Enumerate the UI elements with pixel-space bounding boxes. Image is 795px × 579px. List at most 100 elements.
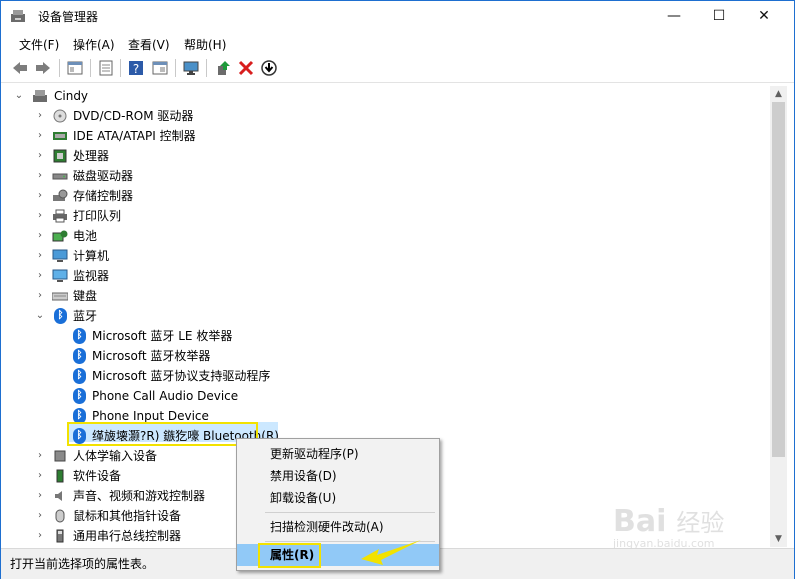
- tree-category-hid[interactable]: › 人体学输入设备: [8, 446, 248, 466]
- storage-controller-icon: [53, 189, 68, 201]
- scroll-up-arrow-icon[interactable]: ▲: [770, 86, 787, 102]
- chevron-right-icon[interactable]: ›: [34, 166, 46, 186]
- category-label: 蓝牙: [73, 309, 98, 323]
- chevron-right-icon[interactable]: ›: [34, 466, 46, 486]
- chevron-right-icon[interactable]: ›: [34, 226, 46, 246]
- forward-arrow-icon[interactable]: [34, 59, 52, 77]
- baidu-watermark: Bai 经验 jingyan.baidu.com: [613, 503, 724, 550]
- tree-category-monitor[interactable]: › 监视器: [8, 266, 248, 286]
- tree-category-usb[interactable]: › 通用串行总线控制器: [8, 526, 248, 546]
- ctx-item-label: 更新驱动程序(P): [270, 447, 359, 461]
- ctx-update-driver[interactable]: 更新驱动程序(P): [237, 443, 439, 465]
- category-label: 键盘: [73, 289, 98, 303]
- chevron-down-icon[interactable]: ⌄: [13, 86, 25, 106]
- chevron-right-icon[interactable]: ›: [34, 126, 46, 146]
- chevron-right-icon[interactable]: ›: [34, 486, 46, 506]
- bluetooth-device-item[interactable]: ᛒ Phone Call Audio Device: [8, 386, 308, 406]
- tree-category-keyboard[interactable]: › 键盘: [8, 286, 248, 306]
- tree-category-computer[interactable]: › 计算机: [8, 246, 248, 266]
- bluetooth-device-item[interactable]: ᛒ Microsoft 蓝牙枚举器: [8, 346, 308, 366]
- toolbar: ?: [1, 54, 794, 83]
- tree-category-mouse[interactable]: › 鼠标和其他指针设备: [8, 506, 248, 526]
- ctx-item-label: 扫描检测硬件改动(A): [270, 520, 384, 534]
- chevron-right-icon[interactable]: ›: [34, 246, 46, 266]
- tree-category-disk[interactable]: › 磁盘驱动器: [8, 166, 248, 186]
- category-label: 电池: [73, 229, 98, 243]
- window-title: 设备管理器: [38, 10, 99, 24]
- chevron-right-icon[interactable]: ›: [34, 206, 46, 226]
- view-window-icon[interactable]: [151, 59, 169, 77]
- usb-icon: [56, 529, 64, 543]
- minimize-button[interactable]: —: [651, 1, 697, 31]
- yellow-annotation-box: [258, 543, 321, 568]
- category-label: 存储控制器: [73, 189, 134, 203]
- download-circle-icon[interactable]: [260, 59, 278, 77]
- bluetooth-device-item[interactable]: ᛒ Microsoft 蓝牙协议支持驱动程序: [8, 366, 308, 386]
- yellow-arrow-icon: [361, 540, 421, 565]
- show-hide-console-tree-icon[interactable]: [66, 59, 84, 77]
- vertical-scrollbar[interactable]: ▲ ▼: [770, 86, 787, 547]
- ctx-scan-hardware[interactable]: 扫描检测硬件改动(A): [237, 516, 439, 538]
- chevron-right-icon[interactable]: ›: [34, 446, 46, 466]
- menu-view[interactable]: 查看(V): [128, 36, 170, 53]
- battery-icon: [52, 230, 68, 242]
- keyboard-icon: [52, 292, 68, 301]
- bluetooth-device-item[interactable]: ᛒ Microsoft 蓝牙 LE 枚举器: [8, 326, 308, 346]
- sound-icon: [55, 491, 62, 501]
- chevron-right-icon[interactable]: ›: [34, 106, 46, 126]
- category-label: DVD/CD-ROM 驱动器: [73, 109, 194, 123]
- chevron-right-icon[interactable]: ›: [34, 266, 46, 286]
- tree-category-software[interactable]: › 软件设备: [8, 466, 248, 486]
- yellow-annotation-box: [67, 422, 258, 446]
- menu-file[interactable]: 文件(F): [19, 36, 59, 53]
- properties-sheet-icon[interactable]: [97, 59, 115, 77]
- device-label: Microsoft 蓝牙 LE 枚举器: [92, 329, 233, 343]
- scroll-down-arrow-icon[interactable]: ▼: [770, 531, 787, 547]
- tree-category-dvd[interactable]: › DVD/CD-ROM 驱动器: [8, 106, 248, 126]
- ctx-item-label: 禁用设备(D): [270, 469, 337, 483]
- tree-category-bluetooth[interactable]: ⌄ ᛒ 蓝牙: [8, 306, 248, 326]
- computer-icon: [52, 249, 68, 262]
- watermark-brand: Bai: [613, 504, 667, 539]
- ctx-uninstall-device[interactable]: 卸载设备(U): [237, 487, 439, 509]
- tree-category-print-queue[interactable]: › 打印队列: [8, 206, 248, 226]
- chevron-right-icon[interactable]: ›: [34, 526, 46, 546]
- category-label: 处理器: [73, 149, 110, 163]
- disc-drive-icon: [53, 109, 67, 123]
- ctx-disable-device[interactable]: 禁用设备(D): [237, 465, 439, 487]
- menu-help[interactable]: 帮助(H): [184, 36, 226, 53]
- tree-category-sound[interactable]: › 声音、视频和游戏控制器: [8, 486, 268, 506]
- chevron-right-icon[interactable]: ›: [34, 186, 46, 206]
- chevron-right-icon[interactable]: ›: [34, 146, 46, 166]
- tree-category-processor[interactable]: › 处理器: [8, 146, 248, 166]
- menu-action[interactable]: 操作(A): [73, 36, 115, 53]
- scan-hardware-monitor-icon[interactable]: [182, 59, 200, 77]
- printer-icon: [53, 209, 67, 223]
- back-arrow-icon[interactable]: [11, 59, 29, 77]
- bluetooth-icon: ᛒ: [73, 368, 86, 384]
- scrollbar-thumb[interactable]: [772, 102, 785, 457]
- software-device-icon: [56, 469, 64, 483]
- chevron-right-icon[interactable]: ›: [34, 286, 46, 306]
- mouse-icon: [55, 509, 65, 523]
- toolbar-separator: [206, 59, 207, 77]
- watermark-brand2: 经验: [676, 509, 725, 537]
- tree-category-battery[interactable]: › 电池: [8, 226, 248, 246]
- chevron-down-icon[interactable]: ⌄: [34, 306, 46, 326]
- hid-icon: [54, 450, 66, 462]
- device-label: Microsoft 蓝牙协议支持驱动程序: [92, 369, 271, 383]
- device-manager-app-icon: [11, 10, 25, 22]
- tree-category-ide[interactable]: › IDE ATA/ATAPI 控制器: [8, 126, 248, 146]
- tree-root-computer[interactable]: ⌄ Cindy: [8, 86, 208, 106]
- chevron-right-icon[interactable]: ›: [34, 506, 46, 526]
- category-label: 计算机: [73, 249, 110, 263]
- status-text: 打开当前选择项的属性表。: [10, 557, 155, 571]
- uninstall-red-x-icon[interactable]: [237, 59, 255, 77]
- close-button[interactable]: ✕: [741, 1, 787, 31]
- maximize-button[interactable]: ☐: [696, 1, 742, 31]
- help-icon[interactable]: ?: [127, 59, 145, 77]
- update-driver-icon[interactable]: [214, 59, 232, 77]
- category-label: 鼠标和其他指针设备: [73, 509, 182, 523]
- category-label: 监视器: [73, 269, 110, 283]
- tree-category-storage[interactable]: › 存储控制器: [8, 186, 248, 206]
